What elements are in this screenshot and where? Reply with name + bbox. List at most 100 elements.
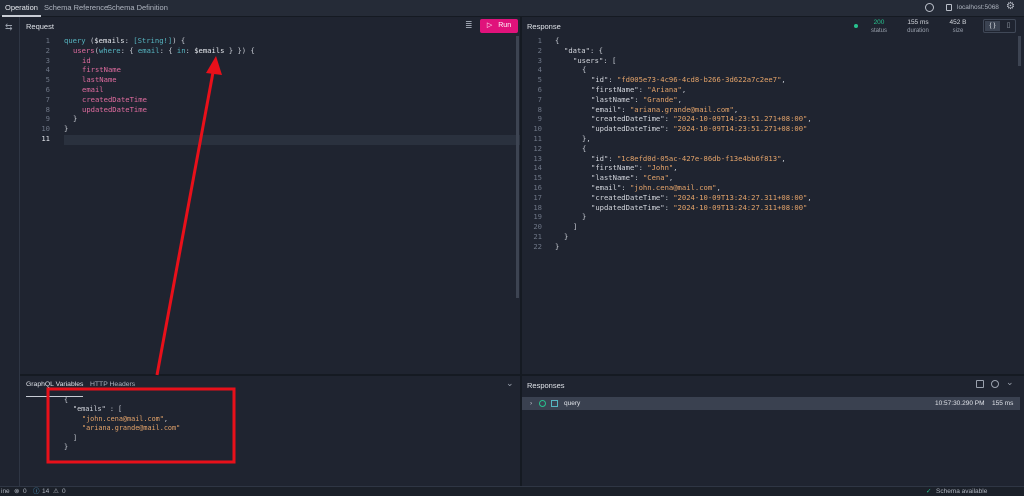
error-icon[interactable]: ⊗ [14, 487, 19, 496]
size-value: 452 B [949, 19, 967, 26]
code-line: } [582, 212, 587, 222]
line-number: 15 [533, 173, 542, 183]
duration-value: 155 ms [907, 19, 929, 26]
request-title: Request [26, 22, 54, 31]
code-line: "users": [ [573, 55, 617, 65]
line-number: 19 [533, 212, 542, 222]
code-line: "createdDateTime": "2024-10-09T13:24:27.… [591, 192, 812, 202]
line-number: 8 [537, 104, 542, 114]
code-line: "lastName": "Cena", [591, 173, 674, 183]
response-history-item[interactable]: › query 10:57:30.290 PM 155 ms [522, 397, 1020, 410]
active-line-highlight [64, 135, 520, 145]
error-count[interactable]: 0 [23, 487, 27, 496]
line-number: 13 [533, 153, 542, 163]
line-number: 12 [533, 143, 542, 153]
code-line: } [555, 241, 560, 251]
line-number: 3 [537, 55, 542, 65]
info-count[interactable]: 0 [62, 487, 66, 496]
expand-icon[interactable]: › [530, 397, 532, 410]
run-button-label: Run [498, 22, 512, 29]
view-toggle[interactable]: { } ▯ [983, 19, 1016, 33]
line-number: 1 [45, 36, 50, 45]
code-line: } [64, 124, 69, 134]
warning-icon[interactable]: ⓘ [33, 487, 40, 496]
line-number: 11 [533, 134, 542, 143]
history-item-time: 10:57:30.290 PM [935, 400, 985, 407]
code-line: } [564, 232, 569, 241]
code-line: "emails" : [ [73, 405, 123, 414]
status-stat: 200 status [868, 19, 890, 35]
warning-count[interactable]: 14 [42, 487, 49, 496]
status-bar: ine ⊗ 0 ⓘ 14 ⚠ 0 ✓ Schema available [0, 486, 1024, 496]
response-scrollbar[interactable] [1018, 36, 1021, 66]
line-number: 4 [537, 65, 542, 75]
line-number: 10 [533, 124, 542, 134]
collapse-icon[interactable]: ⌄ [1006, 377, 1014, 388]
size-label: size [952, 28, 964, 34]
tab-operation[interactable]: Operation [2, 0, 41, 17]
json-view-icon[interactable]: { } [985, 21, 1000, 31]
variables-editor[interactable]: { "emails" : [ "john.cena@mail.com", "ar… [20, 396, 518, 484]
bottom-panel-divider[interactable] [20, 374, 1024, 376]
tab-schema-reference[interactable]: Schema Reference [41, 0, 111, 17]
code-line: ] [73, 433, 78, 442]
lock-icon [946, 4, 952, 11]
terminal-icon[interactable] [976, 380, 984, 388]
line-number: 7 [45, 94, 50, 104]
format-icon[interactable]: ≣ [465, 20, 473, 31]
code-line: "ariana.grande@mail.com" [82, 424, 181, 433]
query-editor[interactable]: 1 2 3 4 5 6 7 8 9 10 11 query ($emails: … [20, 36, 520, 376]
code-line: "updatedDateTime": "2024-10-09T14:23:51.… [591, 124, 808, 134]
server-url[interactable]: localhost:5068 [954, 0, 1002, 17]
run-button[interactable]: ▷ Run [480, 19, 518, 33]
line-number: 18 [533, 202, 542, 212]
line-number: 11 [41, 134, 50, 143]
code-line: "updatedDateTime": "2024-10-09T13:24:27.… [591, 202, 808, 212]
table-view-icon[interactable]: ▯ [1002, 21, 1015, 31]
clear-icon[interactable] [991, 380, 999, 388]
code-line: id [82, 55, 91, 65]
history-item-duration: 155 ms [992, 400, 1014, 407]
code-line: email [82, 85, 104, 94]
line-number: 20 [533, 222, 542, 232]
line-number: 2 [45, 45, 50, 55]
response-title: Response [527, 22, 561, 31]
code-line: "firstName": "Ariana", [591, 85, 687, 94]
code-line: "email": "ariana.grande@mail.com", [591, 104, 739, 114]
code-line: query ($emails: [String!]) { [64, 36, 186, 45]
tab-http-headers[interactable]: HTTP Headers [90, 377, 135, 397]
line-number: 17 [533, 192, 542, 202]
duration-stat: 155 ms duration [903, 19, 933, 35]
tab-schema-definition[interactable]: Schema Definition [104, 0, 171, 17]
response-viewer[interactable]: 1 2 3 4 5 6 7 8 9 10 11 12 13 14 15 16 1… [522, 36, 1022, 376]
size-stat: 452 B size [945, 19, 971, 35]
collapse-chevron-icon[interactable]: ⌄ [506, 378, 514, 389]
code-line: "data": { [564, 45, 603, 55]
tab-graphql-variables[interactable]: GraphQL Variables [26, 377, 84, 397]
line-number: 1 [537, 36, 542, 45]
code-line: updatedDateTime [82, 104, 147, 114]
code-line: } [64, 443, 69, 451]
code-line: "id": "1c8efd0d-05ac-427e-86db-f13e4bb6f… [591, 153, 786, 163]
schema-check-icon: ✓ [926, 488, 932, 495]
line-number: 14 [533, 163, 542, 173]
line-number: 7 [537, 94, 542, 104]
code-line: "id": "fd005e73-4c96-4cd8-b266-3d622a7c2… [591, 75, 786, 85]
swap-icon[interactable]: ⇆ [5, 22, 13, 33]
line-number: 22 [533, 241, 542, 251]
code-line: { [582, 143, 587, 153]
line-number: 9 [537, 114, 542, 124]
settings-icon[interactable]: ⚙ [1006, 1, 1015, 12]
code-line: "createdDateTime": "2024-10-09T14:23:51.… [591, 114, 812, 124]
history-icon[interactable] [925, 3, 934, 12]
line-number: 16 [533, 183, 542, 192]
line-number: 6 [45, 85, 50, 94]
play-icon: ▷ [486, 22, 493, 29]
code-line: "lastName": "Grande", [591, 94, 682, 104]
code-line: { [64, 396, 69, 404]
history-item-label: query [564, 400, 581, 407]
code-line: firstName [82, 65, 121, 75]
schema-status[interactable]: Schema available [936, 487, 987, 496]
info-icon[interactable]: ⚠ [53, 487, 59, 496]
responses-title: Responses [527, 381, 565, 390]
